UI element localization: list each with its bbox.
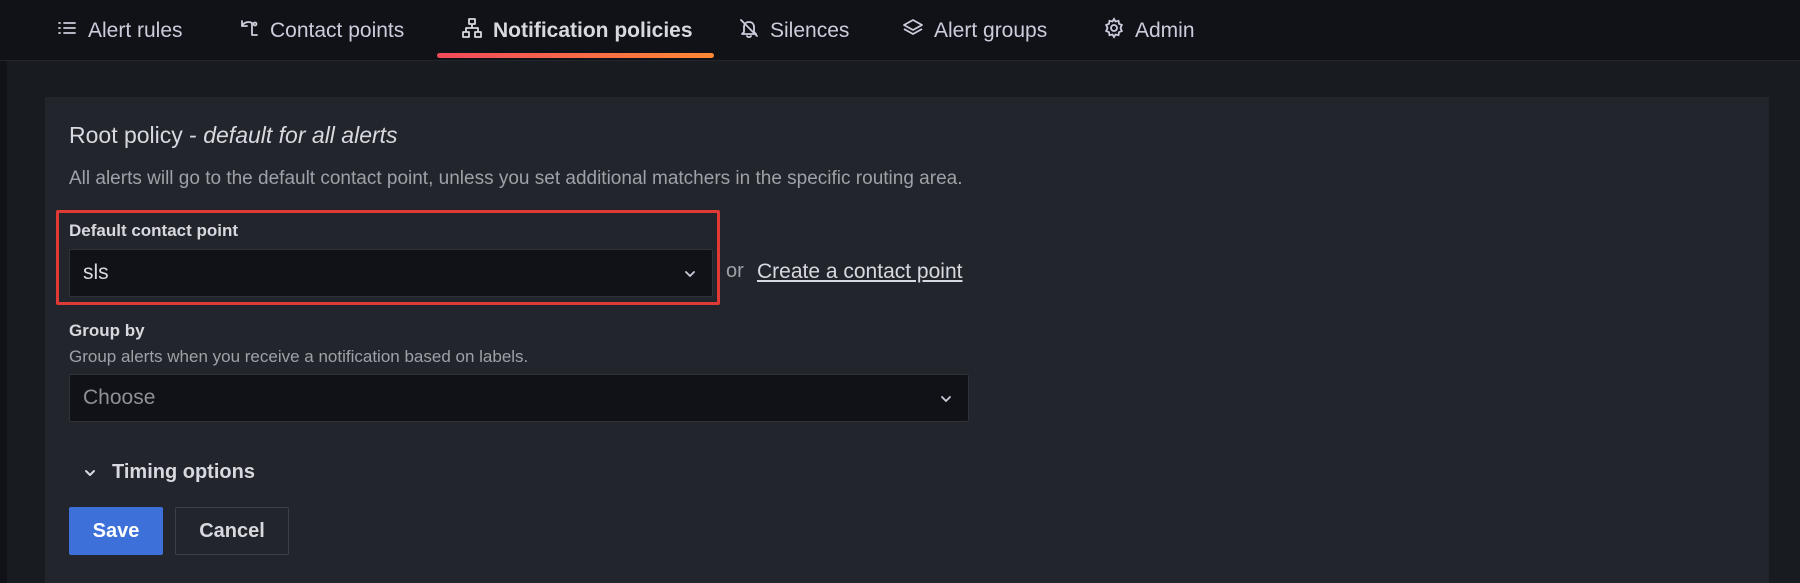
chevron-down-icon [685,271,695,277]
tab-notification-policies[interactable]: Notification policies [461,0,693,61]
tab-silences[interactable]: Silences [738,0,849,61]
tab-label: Alert rules [88,18,183,42]
tab-label: Silences [770,18,850,42]
tab-label: Contact points [270,18,405,42]
title-emphasis: default for all alerts [203,122,398,148]
tab-admin[interactable]: Admin [1103,0,1195,61]
timing-options-label: Timing options [112,461,255,483]
tab-alert-rules[interactable]: Alert rules [56,0,183,61]
tab-contact-points[interactable]: Contact points [238,0,404,61]
sitemap-icon [461,17,483,45]
default-contact-point-label: Default contact point [69,221,239,240]
tab-label: Notification policies [493,18,693,42]
root-policy-description: All alerts will go to the default contac… [69,168,963,189]
tab-label: Admin [1135,18,1195,42]
group-by-label: Group by [69,321,145,340]
layers-icon [902,17,924,45]
contact-point-icon [238,17,260,45]
cog-icon [1103,16,1125,45]
cancel-button[interactable]: Cancel [175,507,289,555]
or-text: or [726,260,744,282]
tab-label: Alert groups [934,18,1048,42]
title-text: Root policy - [69,122,204,148]
active-tab-indicator [437,53,714,58]
group-by-placeholder: Choose [83,386,156,409]
tab-bar: Alert rules Contact points Notification … [0,0,1800,61]
timing-options-toggle[interactable]: Timing options [82,461,255,484]
save-button[interactable]: Save [69,507,163,555]
list-icon [56,17,78,45]
create-contact-point-link[interactable]: Create a contact point [757,260,962,284]
group-by-select[interactable]: Choose [69,374,969,422]
bell-slash-icon [738,17,760,45]
selected-value: sls [83,261,109,284]
page-title: Root policy - default for all alerts [69,122,398,149]
default-contact-point-select[interactable]: sls [69,249,713,297]
chevron-down-icon [941,396,951,402]
tab-alert-groups[interactable]: Alert groups [902,0,1047,61]
group-by-description: Group alerts when you receive a notifica… [69,347,529,366]
chevron-down-icon [85,469,95,476]
